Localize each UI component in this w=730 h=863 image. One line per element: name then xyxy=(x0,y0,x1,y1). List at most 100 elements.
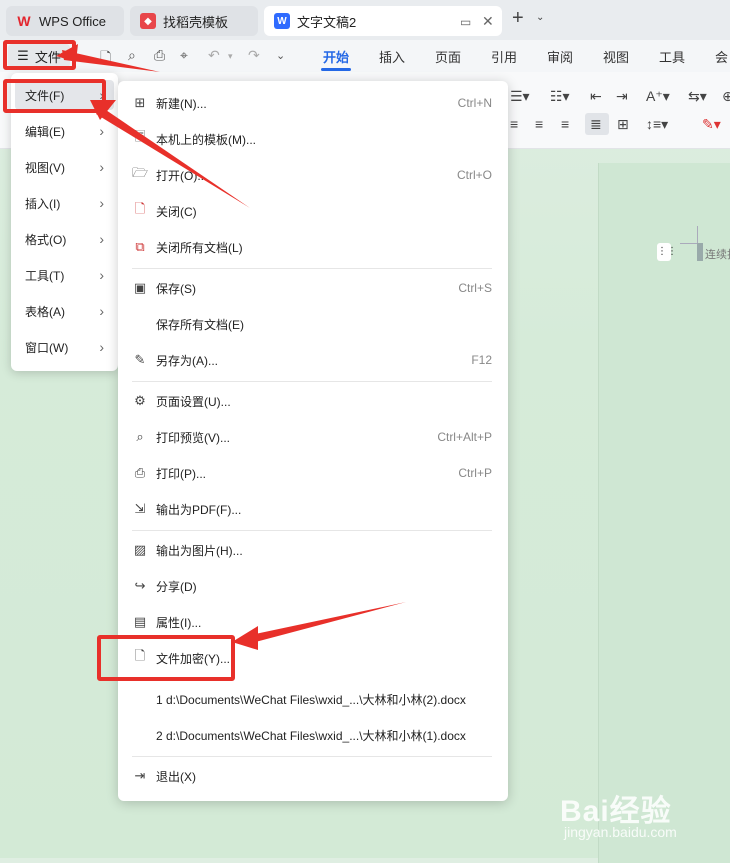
margin-corner-mark xyxy=(680,243,698,244)
menu-close[interactable]: 🗋 关闭(C) xyxy=(128,196,498,226)
chinese-layout-icon[interactable]: ⇆▾ xyxy=(688,88,707,105)
quick-share-icon[interactable]: ⌕ xyxy=(128,47,136,64)
menu-separator xyxy=(132,756,492,757)
menu-close-all[interactable]: ⧉ 关闭所有文档(L) xyxy=(128,232,498,262)
new-tab-icon[interactable]: + xyxy=(512,7,524,30)
increase-indent-icon[interactable]: ⇥ xyxy=(616,88,628,105)
menu-label: 关闭所有文档(L) xyxy=(156,240,243,255)
tab-document[interactable]: W 文字文稿2 ▭ ✕ xyxy=(264,6,502,36)
justify-icon[interactable]: ≣ xyxy=(590,116,602,133)
properties-icon: ▤ xyxy=(133,614,147,629)
decrease-indent-icon[interactable]: ⇤ xyxy=(590,88,602,105)
save-as-icon: ✎ xyxy=(134,352,146,367)
tab-tools[interactable]: 工具 xyxy=(659,47,685,66)
menu-recent-file-2[interactable]: 2 d:\Documents\WeChat Files\wxid_...\大林和… xyxy=(128,720,498,750)
chevron-right-icon: › xyxy=(99,231,104,247)
tab-float-icon[interactable]: ▭ xyxy=(460,15,471,29)
tab-daoke-templates[interactable]: ◆ 找稻壳模板 xyxy=(130,6,258,36)
align-left-icon[interactable]: ≡ xyxy=(510,116,518,132)
menu-local-templates[interactable]: 🗏 本机上的模板(M)... xyxy=(128,124,498,154)
menu-page-setup[interactable]: ⚙ 页面设置(U)... xyxy=(128,386,498,416)
word-doc-icon: W xyxy=(274,13,290,29)
menu-properties[interactable]: ▤ 属性(I)... xyxy=(128,607,498,637)
cursor-marker xyxy=(697,243,703,261)
menu-export-image[interactable]: ▨ 输出为图片(H)... xyxy=(128,535,498,565)
tab-insert[interactable]: 插入 xyxy=(379,47,405,66)
open-folder-icon: 🗁 xyxy=(131,165,149,180)
menu-label: 1 d:\Documents\WeChat Files\wxid_...\大林和… xyxy=(156,692,466,707)
daoke-logo-icon: ◆ xyxy=(140,13,156,29)
menu-save[interactable]: ▣ 保存(S) Ctrl+S xyxy=(128,273,498,303)
annotation-box-encrypt xyxy=(97,635,235,681)
menu-export-pdf[interactable]: ⇲ 输出为PDF(F)... xyxy=(128,494,498,524)
menu-print[interactable]: ⎙ 打印(P)... Ctrl+P xyxy=(128,458,498,488)
menu-item-label: 工具(T) xyxy=(25,268,65,283)
highlight-icon[interactable]: ✎▾ xyxy=(702,116,721,133)
menu-shortcut: F12 xyxy=(471,353,492,367)
quick-access-more-icon[interactable]: ⌄ xyxy=(276,49,285,62)
document-page[interactable] xyxy=(598,163,730,863)
export-image-icon: ▨ xyxy=(133,542,147,557)
menu-item-window[interactable]: 窗口(W) › xyxy=(15,332,114,362)
menu-recent-file-1[interactable]: 1 d:\Documents\WeChat Files\wxid_...\大林和… xyxy=(128,684,498,714)
menu-save-all[interactable]: 保存所有文档(E) xyxy=(128,309,498,339)
menu-separator xyxy=(132,530,492,531)
tab-view[interactable]: 视图 xyxy=(603,47,629,66)
menu-item-table[interactable]: 表格(A) › xyxy=(15,296,114,326)
tab-review[interactable]: 审阅 xyxy=(547,47,573,66)
menu-print-preview[interactable]: ⌕ 打印预览(V)... Ctrl+Alt+P xyxy=(128,422,498,452)
exit-icon: ⇥ xyxy=(134,768,146,783)
file-dropdown-menu: 文件(F) › 编辑(E) › 视图(V) › 插入(I) › 格式(O) › … xyxy=(11,73,118,371)
tab-daoke-label: 找稻壳模板 xyxy=(163,14,229,30)
tab-member[interactable]: 会 xyxy=(715,47,728,66)
print-preview-icon: ⌕ xyxy=(136,429,144,444)
menu-label: 新建(N)... xyxy=(156,96,207,111)
tab-doc-label: 文字文稿2 xyxy=(297,14,357,30)
tab-list-chevron-icon[interactable]: ⌄ xyxy=(536,12,544,23)
active-tab-indicator xyxy=(321,68,351,71)
tab-home[interactable]: 开始 xyxy=(323,47,349,66)
redo-icon[interactable]: ↷ xyxy=(248,47,260,64)
watermark-url: jingyan.baidu.com xyxy=(564,824,677,840)
align-right-icon[interactable]: ≡ xyxy=(561,116,569,132)
menu-open[interactable]: 🗁 打开(O)... Ctrl+O xyxy=(128,160,498,190)
quick-print-icon[interactable]: ⎙ xyxy=(154,47,165,64)
numbered-list-icon[interactable]: ☰▾ xyxy=(510,88,530,105)
page-setup-icon: ⚙ xyxy=(134,393,146,408)
quick-new-icon[interactable]: 🗋 xyxy=(100,47,111,71)
menu-label: 打印预览(V)... xyxy=(156,430,230,445)
line-spacing-icon[interactable]: ↕≡▾ xyxy=(646,116,668,133)
text-direction-icon[interactable]: A⁺▾ xyxy=(646,88,670,105)
menu-label: 页面设置(U)... xyxy=(156,394,231,409)
chevron-right-icon: › xyxy=(99,195,104,211)
annotation-box-file-button xyxy=(3,40,76,70)
tab-page[interactable]: 页面 xyxy=(435,47,461,66)
undo-dropdown-icon[interactable]: ▾ xyxy=(228,51,233,62)
menu-item-view[interactable]: 视图(V) › xyxy=(15,152,114,182)
export-pdf-icon: ⇲ xyxy=(134,501,146,516)
menu-shortcut: Ctrl+P xyxy=(458,466,492,480)
title-tab-bar: W WPS Office ◆ 找稻壳模板 W 文字文稿2 ▭ ✕ + ⌄ xyxy=(0,0,730,40)
sort-icon[interactable]: ⊕ xyxy=(722,88,730,105)
tab-wps-office[interactable]: W WPS Office xyxy=(6,6,124,36)
align-center-icon[interactable]: ≡ xyxy=(535,116,543,132)
multilevel-list-icon[interactable]: ☷▾ xyxy=(550,88,570,105)
menu-item-format[interactable]: 格式(O) › xyxy=(15,224,114,254)
quick-preview-icon[interactable]: ⌖ xyxy=(180,47,188,64)
menu-exit[interactable]: ⇥ 退出(X) xyxy=(128,761,498,791)
menu-shortcut: Ctrl+S xyxy=(458,281,492,295)
menu-item-tools[interactable]: 工具(T) › xyxy=(15,260,114,290)
undo-icon[interactable]: ↶ xyxy=(208,47,220,64)
tab-references[interactable]: 引用 xyxy=(491,47,517,66)
menu-item-insert[interactable]: 插入(I) › xyxy=(15,188,114,218)
menu-share[interactable]: ↪ 分享(D) xyxy=(128,571,498,601)
tab-close-icon[interactable]: ✕ xyxy=(482,13,494,30)
distributed-align-icon[interactable]: ⊞ xyxy=(617,116,629,133)
menu-label: 输出为图片(H)... xyxy=(156,543,243,558)
menu-save-as[interactable]: ✎ 另存为(A)... F12 xyxy=(128,345,498,375)
menu-new[interactable]: ⊞ 新建(N)... Ctrl+N xyxy=(128,88,498,118)
continuous-hint: 连续找 xyxy=(705,249,730,261)
annotation-box-file-item xyxy=(3,79,106,113)
drag-handle-icon[interactable]: ⋮⋮ xyxy=(657,243,677,261)
menu-item-edit[interactable]: 编辑(E) › xyxy=(15,116,114,146)
